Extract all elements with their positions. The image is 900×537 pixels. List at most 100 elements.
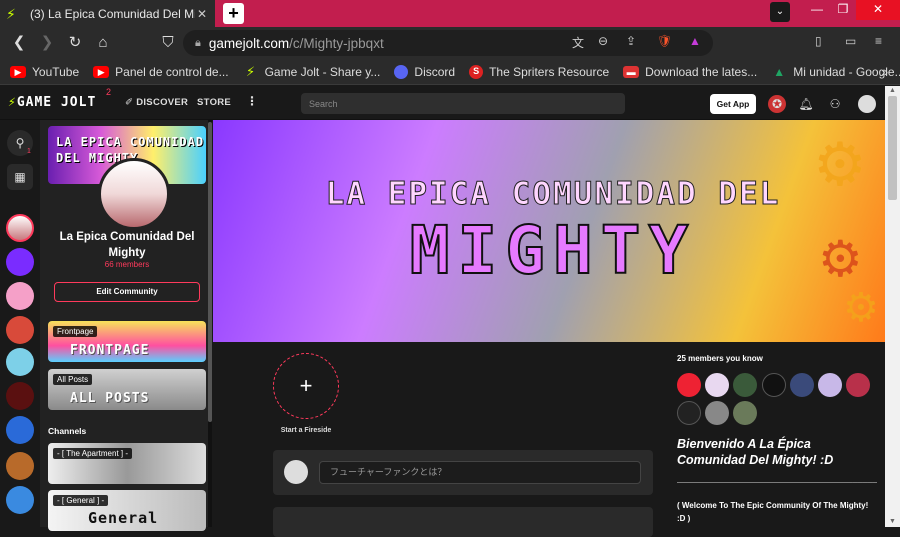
bolt-icon: ⚡: [8, 95, 17, 110]
bookmark-label: Discord: [414, 64, 456, 79]
site-search-input[interactable]: [301, 93, 625, 114]
back-arrow-icon[interactable]: ❮: [9, 33, 29, 53]
nav-discover-label: DISCOVER: [136, 97, 189, 108]
bookmark-label: YouTube: [32, 64, 80, 79]
google-drive-icon: ▲: [773, 64, 786, 79]
rail-community-mighty[interactable]: [6, 214, 34, 242]
tab-search-chevron-icon[interactable]: ⌄: [770, 2, 790, 22]
edit-community-button[interactable]: Edit Community: [54, 282, 200, 302]
brave-rewards-icon[interactable]: ▲: [689, 34, 701, 48]
maximize-button[interactable]: ❐: [830, 0, 856, 20]
gamejolt-logo[interactable]: ⚡GAME JOLT: [8, 95, 96, 110]
compass-icon: ✐: [125, 97, 137, 108]
tab-title: (3) La Epica Comunidad Del Mighty: [30, 6, 195, 21]
member-avatar[interactable]: [790, 373, 814, 397]
bookmarks-bar: ▶ YouTube ▶ Panel de control de... ⚡ Gam…: [0, 59, 900, 85]
rail-community-2[interactable]: [6, 248, 34, 276]
sidebar-scrollbar-thumb[interactable]: [208, 122, 212, 422]
post-composer: [273, 450, 653, 495]
home-icon[interactable]: ⌂: [93, 33, 113, 53]
rail-community-4[interactable]: [6, 316, 34, 344]
bookmark-icon[interactable]: ⛉: [158, 33, 178, 53]
scroll-up-arrow-icon[interactable]: ▲: [885, 86, 900, 96]
notifications-bell-icon[interactable]: 🔔︎: [797, 95, 815, 113]
browser-tab-active[interactable]: ⚡ (3) La Epica Comunidad Del Mighty ✕: [0, 0, 215, 27]
composer-avatar: [284, 460, 308, 484]
member-avatar[interactable]: [846, 373, 870, 397]
channel-all-posts[interactable]: All Posts ALL POSTS: [48, 369, 206, 410]
member-avatar[interactable]: [818, 373, 842, 397]
member-avatar[interactable]: [677, 401, 701, 425]
browser-toolbar: ❮ ❯ ↻ ⌂ ⛉ 🔒︎ gamejolt.com/c/Mighty-jpbqx…: [0, 27, 900, 68]
rail-community-5[interactable]: [6, 348, 34, 376]
share-icon[interactable]: ⇪: [626, 34, 636, 48]
menu-icon[interactable]: ≡: [875, 34, 882, 48]
bookmark-label: Game Jolt - Share y...: [264, 64, 381, 79]
channel-frontpage[interactable]: Frontpage FRONTPAGE: [48, 321, 206, 362]
nav-discover[interactable]: ✐ DISCOVER: [125, 97, 188, 108]
member-avatar[interactable]: [677, 373, 701, 397]
channel-general[interactable]: - [ General ] - General: [48, 490, 206, 531]
community-avatar[interactable]: [98, 158, 170, 230]
members-you-know-header[interactable]: 25 members you know: [677, 354, 763, 363]
channel-art-text: General: [88, 509, 159, 527]
channels-header: Channels: [48, 426, 87, 436]
bookmark-gamejolt[interactable]: ⚡ Game Jolt - Share y...: [243, 64, 381, 79]
hero-title-line1: LA EPICA COMUNIDAD DEL: [325, 176, 781, 213]
user-avatar[interactable]: [858, 95, 876, 113]
member-avatar[interactable]: [705, 373, 729, 397]
nav-store[interactable]: STORE: [197, 97, 231, 108]
minimize-button[interactable]: —: [804, 0, 830, 20]
translate-icon[interactable]: 文: [572, 34, 584, 51]
get-app-button[interactable]: Get App: [710, 94, 756, 114]
reload-icon[interactable]: ↻: [65, 33, 85, 53]
rail-community-3[interactable]: [6, 282, 34, 310]
rail-community-6[interactable]: [6, 382, 34, 410]
channel-label: All Posts: [53, 374, 93, 385]
start-fireside-button[interactable]: +: [273, 353, 339, 419]
community-members-count[interactable]: 66 members: [48, 260, 206, 269]
scroll-down-arrow-icon[interactable]: ▼: [885, 517, 900, 527]
member-avatar[interactable]: [762, 373, 786, 397]
hero-title-line2: MIGHTY: [409, 211, 697, 290]
bookmark-discord[interactable]: Discord: [394, 64, 456, 79]
bookmark-youtube[interactable]: ▶ YouTube: [10, 65, 79, 79]
youtube-icon: ▶: [10, 65, 26, 78]
member-avatar[interactable]: [733, 401, 757, 425]
rail-community-8[interactable]: [6, 452, 34, 480]
page-scrollbar[interactable]: ▲ ▼: [885, 86, 900, 527]
description-divider: ________________________________________: [677, 473, 877, 483]
channel-the-apartment[interactable]: - [ The Apartment ] -: [48, 443, 206, 484]
brave-shield-icon[interactable]: 🛡︎: [657, 34, 672, 48]
close-window-button[interactable]: ✕: [856, 0, 900, 20]
sidebar-scrollbar[interactable]: [208, 120, 212, 527]
feed-post-card[interactable]: [273, 507, 653, 537]
new-tab-button[interactable]: +: [223, 3, 244, 24]
forward-arrow-icon[interactable]: ❯: [37, 33, 57, 53]
wallet-icon[interactable]: ▭: [845, 34, 856, 48]
rail-community-7[interactable]: [6, 416, 34, 444]
member-avatar[interactable]: [705, 401, 729, 425]
bookmark-spriters-resource[interactable]: S The Spriters Resource: [469, 64, 609, 79]
zoom-icon[interactable]: ⊖: [598, 34, 608, 48]
quest-icon[interactable]: ✪: [768, 95, 786, 113]
logo-text: GAME JOLT: [16, 95, 97, 110]
channel-art-text: ALL POSTS: [70, 391, 150, 406]
rail-badge: 1: [27, 148, 31, 155]
member-avatar[interactable]: [733, 373, 757, 397]
site-header: ⚡GAME JOLT ✐ DISCOVER STORE ⋮ Get App ✪ …: [0, 86, 885, 120]
bookmarks-overflow-icon[interactable]: »: [881, 65, 888, 79]
post-input[interactable]: [319, 461, 641, 484]
channel-art-text: FRONTPAGE: [70, 343, 150, 358]
sidebar-toggle-icon[interactable]: ▯: [815, 34, 822, 48]
library-icon[interactable]: ▦: [7, 164, 33, 190]
page-scrollbar-thumb[interactable]: [888, 96, 897, 200]
bookmark-download[interactable]: ▬ Download the lates...: [623, 65, 757, 79]
bookmark-youtube-studio[interactable]: ▶ Panel de control de...: [93, 65, 229, 79]
friends-icon[interactable]: ⚇: [826, 95, 844, 113]
community-hero-banner: ⚙ ⚙ ⚙ LA EPICA COMUNIDAD DEL MIGHTY: [213, 120, 885, 342]
tab-close-icon[interactable]: ✕: [195, 7, 209, 21]
bookmark-label: Download the lates...: [645, 64, 758, 79]
more-menu-icon[interactable]: ⋮: [246, 94, 258, 108]
rail-community-9[interactable]: [6, 486, 34, 514]
